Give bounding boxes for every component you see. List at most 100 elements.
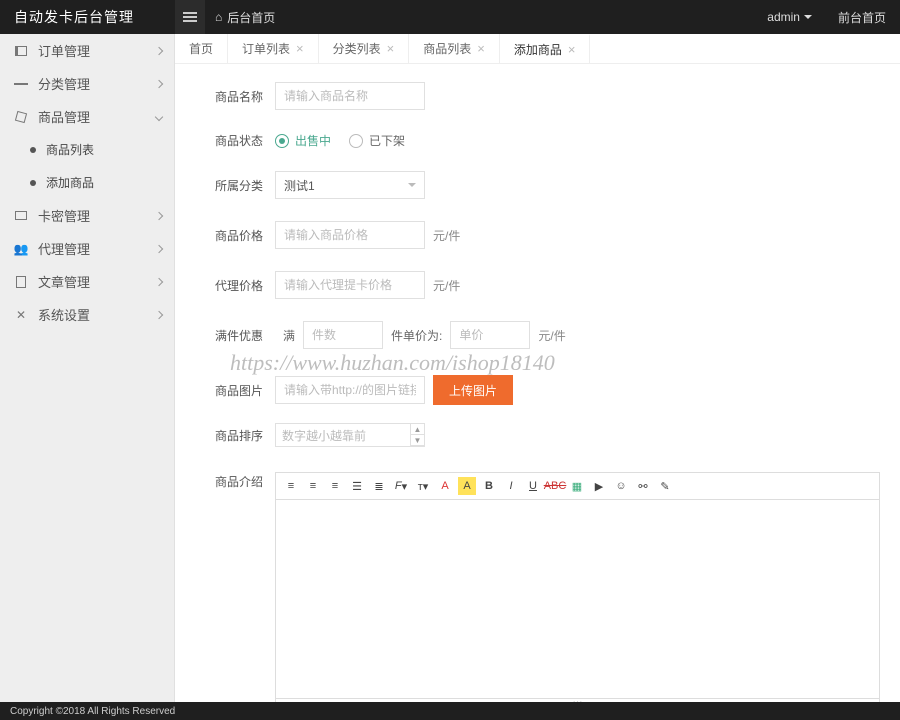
font-color-icon[interactable]: A bbox=[436, 477, 454, 495]
align-left-icon[interactable]: ≡ bbox=[282, 477, 300, 495]
status-off-radio[interactable]: 已下架 bbox=[349, 132, 405, 149]
admin-home-link[interactable]: ⌂ 后台首页 bbox=[205, 9, 285, 26]
price-input[interactable] bbox=[275, 221, 425, 249]
tab-label: 订单列表 bbox=[242, 40, 290, 57]
user-name: admin bbox=[767, 10, 800, 24]
admin-home-label: 后台首页 bbox=[227, 9, 275, 26]
category-select[interactable]: 测试1 bbox=[275, 171, 425, 199]
sort-placeholder: 数字越小越靠前 bbox=[282, 427, 366, 444]
nav-label: 订单管理 bbox=[38, 41, 90, 60]
nav-cards[interactable]: 卡密管理 bbox=[0, 199, 174, 232]
settings-icon: ✕ bbox=[14, 308, 28, 322]
bullet-icon bbox=[30, 147, 36, 153]
align-right-icon[interactable]: ≡ bbox=[326, 477, 344, 495]
tab-goods-list[interactable]: 商品列表 × bbox=[409, 34, 500, 63]
user-menu[interactable]: admin bbox=[755, 10, 824, 24]
italic-icon[interactable]: I bbox=[502, 477, 520, 495]
tab-goods-add[interactable]: 添加商品× bbox=[500, 34, 591, 63]
discount-qty-input[interactable] bbox=[303, 321, 383, 349]
font-size-icon[interactable]: т▾ bbox=[414, 477, 432, 495]
bullet-icon bbox=[30, 180, 36, 186]
ordered-list-icon[interactable]: ☰ bbox=[348, 477, 366, 495]
nav-label: 代理管理 bbox=[38, 239, 90, 258]
sort-label: 商品排序 bbox=[215, 427, 275, 444]
tab-category-list[interactable]: 分类列表× bbox=[319, 34, 410, 63]
close-icon[interactable]: × bbox=[477, 41, 485, 56]
editor-textarea[interactable] bbox=[275, 499, 880, 699]
nav-articles[interactable]: 文章管理 bbox=[0, 265, 174, 298]
nav-goods[interactable]: 商品管理 bbox=[0, 100, 174, 133]
image-label: 商品图片 bbox=[215, 382, 275, 399]
tab-order-list[interactable]: 订单列表 × bbox=[228, 34, 319, 63]
discount-price-input[interactable] bbox=[450, 321, 530, 349]
frontend-link[interactable]: 前台首页 bbox=[824, 9, 900, 26]
nav-label: 商品管理 bbox=[38, 107, 90, 126]
card-icon bbox=[15, 211, 27, 220]
category-icon bbox=[14, 77, 28, 91]
nav-system[interactable]: ✕系统设置 bbox=[0, 298, 174, 331]
image-icon[interactable]: ▦ bbox=[568, 477, 586, 495]
clear-format-icon[interactable]: ✎ bbox=[656, 477, 674, 495]
nav-goods-list[interactable]: 商品列表 bbox=[0, 133, 174, 166]
close-icon[interactable]: × bbox=[387, 41, 395, 56]
discount-label: 满件优惠 bbox=[215, 327, 275, 344]
nav-orders[interactable]: 订单管理 bbox=[0, 34, 174, 67]
spin-down-icon[interactable]: ▼ bbox=[411, 435, 424, 446]
underline-icon[interactable]: U bbox=[524, 477, 542, 495]
unordered-list-icon[interactable]: ≣ bbox=[370, 477, 388, 495]
nav-label: 分类管理 bbox=[38, 74, 90, 93]
category-value: 测试1 bbox=[284, 177, 315, 194]
status-on-radio[interactable]: 出售中 bbox=[275, 132, 331, 149]
nav-categories[interactable]: 分类管理 bbox=[0, 67, 174, 100]
topbar: 自动发卡后台管理 ⌂ 后台首页 admin 前台首页 bbox=[0, 0, 900, 34]
upload-button[interactable]: 上传图片 bbox=[433, 375, 513, 405]
subnav-label: 添加商品 bbox=[46, 174, 94, 191]
tab-label: 首页 bbox=[189, 40, 213, 57]
chevron-down-icon bbox=[155, 112, 163, 120]
nav-agents[interactable]: 👥代理管理 bbox=[0, 232, 174, 265]
home-icon: ⌂ bbox=[215, 10, 222, 24]
tab-label: 商品列表 bbox=[423, 40, 471, 57]
align-center-icon[interactable]: ≡ bbox=[304, 477, 322, 495]
nav-label: 文章管理 bbox=[38, 272, 90, 291]
discount-unit: 元/件 bbox=[538, 327, 565, 344]
editor-toolbar: ≡ ≡ ≡ ☰ ≣ F▾ т▾ A A B I U ABC ▦ ▶ ☺ ⚯ ✎ bbox=[275, 472, 880, 499]
chevron-icon bbox=[155, 46, 163, 54]
subnav-label: 商品列表 bbox=[46, 141, 94, 158]
status-off-text: 已下架 bbox=[369, 132, 405, 149]
chevron-icon bbox=[155, 79, 163, 87]
discount-full-text: 满 bbox=[283, 327, 295, 344]
status-label: 商品状态 bbox=[215, 132, 275, 149]
brand-title: 自动发卡后台管理 bbox=[0, 7, 175, 27]
desc-label: 商品介绍 bbox=[215, 473, 275, 490]
highlight-icon[interactable]: A bbox=[458, 477, 476, 495]
sort-input[interactable]: 数字越小越靠前 ▲▼ bbox=[275, 423, 425, 447]
video-icon[interactable]: ▶ bbox=[590, 477, 608, 495]
name-input[interactable] bbox=[275, 82, 425, 110]
close-icon[interactable]: × bbox=[296, 41, 304, 56]
spin-up-icon[interactable]: ▲ bbox=[411, 424, 424, 435]
agent-price-label: 代理价格 bbox=[215, 277, 275, 294]
font-family-icon[interactable]: F▾ bbox=[392, 477, 410, 495]
nav-goods-add[interactable]: 添加商品 bbox=[0, 166, 174, 199]
menu-icon bbox=[183, 12, 197, 22]
chevron-icon bbox=[155, 310, 163, 318]
caret-down-icon bbox=[804, 15, 812, 23]
emoji-icon[interactable]: ☺ bbox=[612, 477, 630, 495]
price-unit: 元/件 bbox=[433, 227, 460, 244]
bold-icon[interactable]: B bbox=[480, 477, 498, 495]
chevron-icon bbox=[155, 211, 163, 219]
copyright: Copyright ©2018 All Rights Reserved bbox=[10, 706, 175, 717]
status-on-text: 出售中 bbox=[295, 132, 331, 149]
tab-home[interactable]: 首页 bbox=[175, 34, 228, 63]
link-icon[interactable]: ⚯ bbox=[634, 477, 652, 495]
agent-price-unit: 元/件 bbox=[433, 277, 460, 294]
agent-price-input[interactable] bbox=[275, 271, 425, 299]
close-icon[interactable]: × bbox=[568, 42, 576, 57]
sidebar-toggle-button[interactable] bbox=[175, 0, 205, 34]
dropdown-icon bbox=[408, 183, 416, 191]
chevron-icon bbox=[155, 277, 163, 285]
name-label: 商品名称 bbox=[215, 88, 275, 105]
image-url-input[interactable] bbox=[275, 376, 425, 404]
strike-icon[interactable]: ABC bbox=[546, 477, 564, 495]
